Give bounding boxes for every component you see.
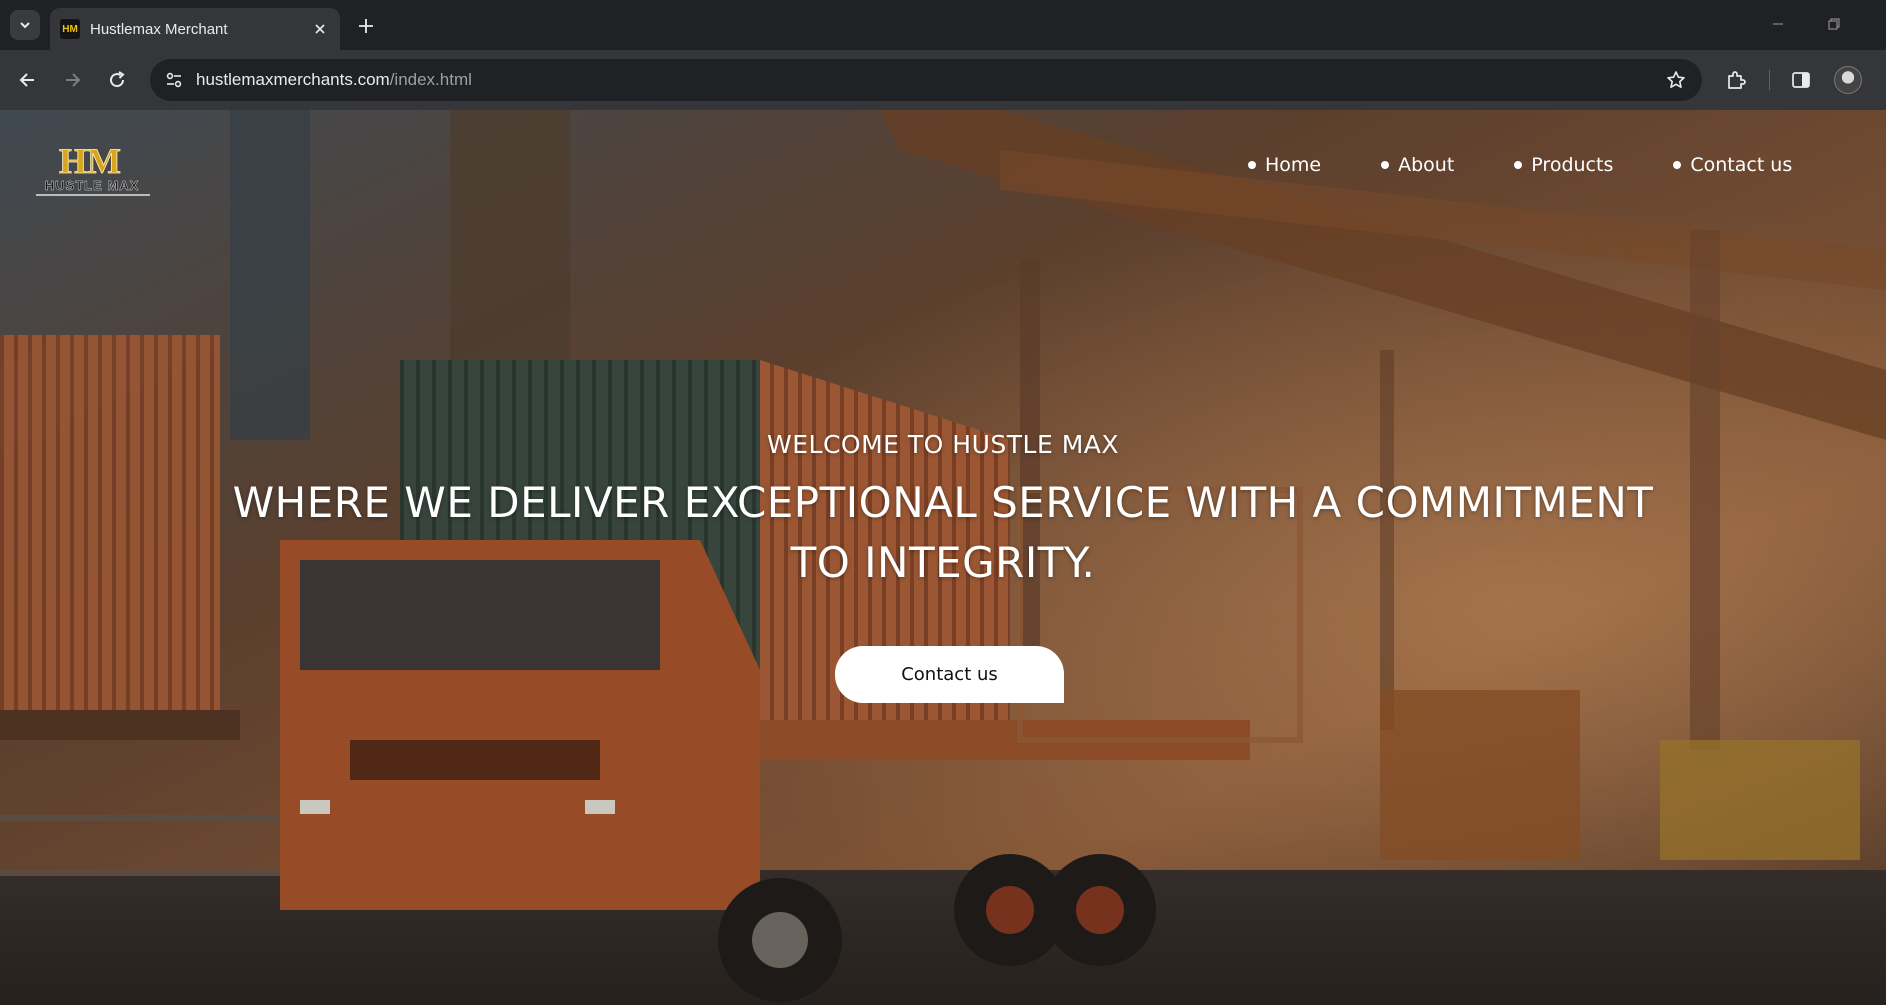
- extensions-button[interactable]: [1722, 66, 1750, 94]
- puzzle-icon: [1728, 71, 1746, 89]
- url-text: hustlemaxmerchants.com/index.html: [196, 70, 472, 90]
- contact-us-button-label: Contact us: [901, 664, 998, 685]
- arrow-left-icon: [19, 73, 34, 87]
- nav-contact-label: Contact us: [1690, 154, 1793, 176]
- main-nav: Home About Products Contact us: [1248, 154, 1792, 176]
- forward-button[interactable]: [56, 64, 88, 96]
- bullet-dot: [1514, 161, 1523, 169]
- nav-home[interactable]: Home: [1248, 154, 1321, 176]
- nav-about-label: About: [1398, 154, 1455, 176]
- url-host: hustlemaxmerchants.com: [196, 70, 390, 89]
- hustle-max-logo[interactable]: HM HUSTLE MAX: [36, 136, 156, 202]
- site-favicon: HM: [60, 19, 80, 39]
- reload-button[interactable]: [101, 64, 133, 96]
- logo-underline: [36, 194, 150, 196]
- hero-section: WELCOME TO HUSTLE MAX WHERE WE DELIVER E…: [0, 430, 1886, 593]
- hero-kicker: WELCOME TO HUSTLE MAX: [767, 430, 1119, 459]
- side-panel-button[interactable]: [1787, 66, 1815, 94]
- page-viewport: HM HUSTLE MAX Home About Products Contac…: [0, 110, 1886, 1005]
- address-bar[interactable]: hustlemaxmerchants.com/index.html: [150, 59, 1702, 101]
- star-icon: [1667, 71, 1685, 88]
- url-path: /index.html: [389, 70, 472, 89]
- new-tab-button[interactable]: [352, 12, 380, 40]
- profile-avatar[interactable]: [1834, 66, 1862, 94]
- tab-search-button[interactable]: [10, 10, 40, 40]
- bookmark-button[interactable]: [1664, 68, 1688, 92]
- nav-products[interactable]: Products: [1514, 154, 1613, 176]
- nav-home-label: Home: [1265, 154, 1322, 176]
- hero-title: WHERE WE DELIVER EXCEPTIONAL SERVICE WIT…: [232, 478, 1654, 587]
- arrow-right-icon: [66, 73, 81, 87]
- nav-contact[interactable]: Contact us: [1673, 154, 1792, 176]
- restore-button[interactable]: [1814, 12, 1854, 36]
- side-panel-icon: [1792, 72, 1810, 88]
- bullet-dot: [1248, 161, 1256, 169]
- bullet-dot: [1381, 161, 1390, 169]
- bullet-dot: [1673, 161, 1682, 169]
- back-button[interactable]: [12, 64, 44, 96]
- browser-toolbar: hustlemaxmerchants.com/index.html: [0, 50, 1886, 110]
- chevron-down-icon: [20, 22, 30, 29]
- active-tab[interactable]: HM Hustlemax Merchant: [50, 8, 340, 50]
- logo-monogram: HM: [59, 141, 121, 181]
- browser-tab-strip: HM Hustlemax Merchant: [0, 0, 1886, 50]
- tune-icon: [166, 72, 182, 88]
- tab-title: Hustlemax Merchant: [90, 20, 228, 38]
- minimize-button[interactable]: [1758, 12, 1798, 36]
- plus-icon: [359, 19, 373, 33]
- close-icon: [315, 24, 325, 34]
- logo-wordmark: HUSTLE MAX: [45, 178, 140, 193]
- tab-close-button[interactable]: [310, 19, 330, 39]
- minimize-icon: [1773, 23, 1783, 25]
- toolbar-separator: [1769, 70, 1770, 90]
- contact-us-button[interactable]: Contact us: [835, 646, 1064, 703]
- reload-icon: [110, 71, 125, 88]
- nav-products-label: Products: [1531, 154, 1614, 176]
- nav-about[interactable]: About: [1381, 154, 1454, 176]
- restore-icon: [1828, 18, 1840, 30]
- site-info-button[interactable]: [162, 68, 186, 92]
